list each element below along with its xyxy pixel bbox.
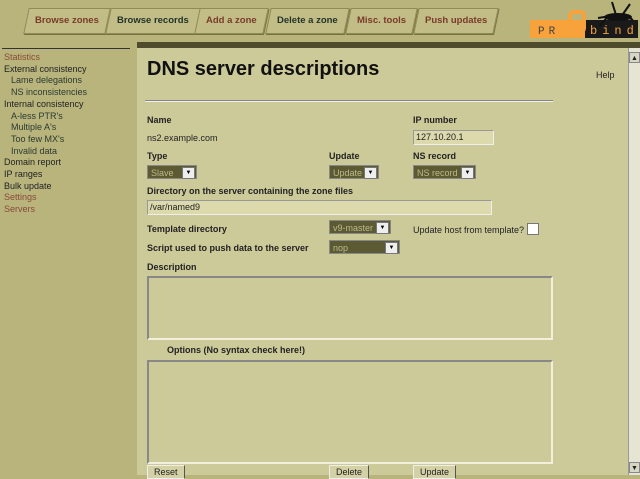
ip-label: IP number <box>413 115 457 125</box>
chevron-down-icon: ▼ <box>182 167 195 179</box>
update-label: Update <box>329 151 360 161</box>
header-bar <box>137 42 640 48</box>
type-value: Slave <box>151 168 174 178</box>
tab-label: Add a zone <box>206 15 257 26</box>
sidebar-item-invalid-data[interactable]: Invalid data <box>0 146 132 158</box>
template-label: Template directory <box>147 224 227 234</box>
type-label: Type <box>147 151 168 161</box>
sidebar-item-ns-inconsistencies[interactable]: NS inconsistencies <box>0 87 132 99</box>
svg-text:PR: PR <box>538 26 559 38</box>
tab-label: Misc. tools <box>357 15 407 26</box>
description-textarea[interactable] <box>147 276 553 340</box>
template-select[interactable]: v9-master ▼ <box>329 220 391 234</box>
tab-label: Push updates <box>425 15 488 26</box>
chevron-down-icon: ▼ <box>385 242 398 254</box>
script-label: Script used to push data to the server <box>147 243 309 253</box>
sidebar-item-statistics[interactable]: Statistics <box>0 52 132 64</box>
chevron-down-icon: ▼ <box>376 222 389 234</box>
ip-input[interactable]: 127.10.20.1 <box>413 130 494 145</box>
ns-record-value: NS record <box>417 168 458 178</box>
tab-label: Browse records <box>117 15 189 26</box>
update-button[interactable]: Update <box>413 465 457 479</box>
tab-browse-records[interactable]: Browse records <box>105 8 201 34</box>
script-select[interactable]: nop ▼ <box>329 240 400 254</box>
sidebar-item-internal-consistency[interactable]: Internal consistency <box>0 99 132 111</box>
ns-record-label: NS record <box>413 151 457 161</box>
script-value: nop <box>333 243 349 253</box>
sidebar-item-external-consistency[interactable]: External consistency <box>0 64 132 76</box>
ns-record-select[interactable]: NS record ▼ <box>413 165 476 179</box>
tab-label: Browse zones <box>35 15 99 26</box>
help-link[interactable]: Help <box>596 70 615 80</box>
directory-input[interactable]: /var/named9 <box>147 200 492 215</box>
sidebar: Statistics External consistency Lame del… <box>0 48 132 216</box>
sidebar-divider <box>2 48 130 49</box>
options-textarea[interactable] <box>147 360 553 464</box>
chevron-down-icon: ▼ <box>364 167 377 179</box>
tab-label: Delete a zone <box>277 15 338 26</box>
svg-text:bind: bind <box>590 24 638 38</box>
sidebar-item-lame-delegations[interactable]: Lame delegations <box>0 75 132 87</box>
page-title: DNS server descriptions <box>147 58 380 80</box>
options-label: Options (No syntax check here!) <box>167 345 306 355</box>
sidebar-item-too-few-mx[interactable]: Too few MX's <box>0 134 132 146</box>
type-select[interactable]: Slave ▼ <box>147 165 197 179</box>
scroll-up-icon[interactable]: ▲ <box>629 52 640 63</box>
tab-misc-tools[interactable]: Misc. tools <box>345 8 418 34</box>
sidebar-item-multiple-a[interactable]: Multiple A's <box>0 122 132 134</box>
update-host-label: Update host from template? <box>413 225 525 235</box>
sidebar-item-bulk-update[interactable]: Bulk update <box>0 181 132 193</box>
template-value: v9-master <box>333 223 374 233</box>
scrollbar[interactable]: ▲ ▼ <box>628 48 640 475</box>
update-host-checkbox[interactable] <box>527 223 539 235</box>
sidebar-item-settings[interactable]: Settings <box>0 192 132 204</box>
chevron-down-icon: ▼ <box>461 167 474 179</box>
probind-logo: PR bind <box>528 0 638 40</box>
sidebar-item-domain-report[interactable]: Domain report <box>0 157 132 169</box>
name-value: ns2.example.com <box>147 133 218 143</box>
sidebar-item-servers[interactable]: Servers <box>0 204 132 216</box>
delete-button[interactable]: Delete <box>329 465 370 479</box>
tab-delete-zone[interactable]: Delete a zone <box>265 8 350 34</box>
sidebar-item-ip-ranges[interactable]: IP ranges <box>0 169 132 181</box>
reset-button[interactable]: Reset <box>147 465 185 479</box>
update-value: Update <box>333 168 363 178</box>
tab-browse-zones[interactable]: Browse zones <box>23 8 111 34</box>
tab-push-updates[interactable]: Push updates <box>413 8 500 34</box>
scroll-down-icon[interactable]: ▼ <box>629 462 640 473</box>
name-label: Name <box>147 115 172 125</box>
description-label: Description <box>147 262 197 272</box>
update-select[interactable]: Update ▼ <box>329 165 379 179</box>
divider <box>145 100 553 102</box>
directory-label: Directory on the server containing the z… <box>147 186 354 196</box>
sidebar-item-aless-ptr[interactable]: A-less PTR's <box>0 111 132 123</box>
tab-add-zone[interactable]: Add a zone <box>194 8 269 34</box>
